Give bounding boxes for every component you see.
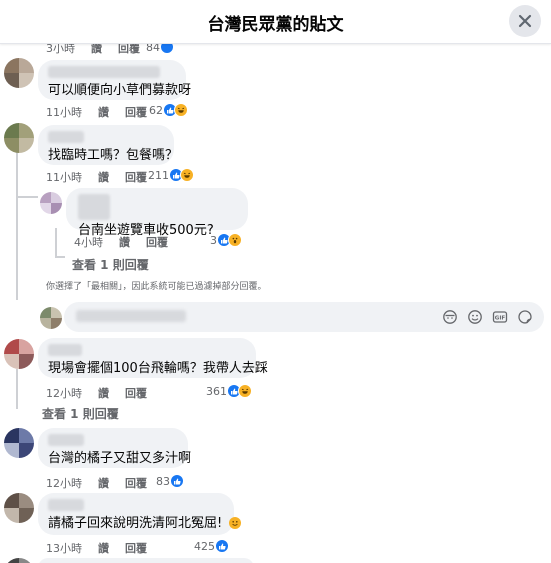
comment-text: 現場會擺個100台飛輪嗎？我帶人去踩 (48, 361, 268, 376)
smile-emoji-icon (229, 517, 242, 529)
my-avatar[interactable] (40, 307, 62, 329)
thread-line (16, 196, 38, 198)
reply-link[interactable]: 回覆 (125, 475, 147, 491)
avatar[interactable] (4, 58, 34, 88)
like-reaction-icon (170, 474, 184, 488)
avatar-sticker-button[interactable] (441, 308, 459, 326)
comment-bubble: 現場會擺個100台飛輪嗎？我帶人去踩 (38, 338, 268, 378)
emoji-icon (468, 310, 482, 324)
comment-meta: 11小時 讚 回覆 (46, 169, 147, 185)
reaction-count: 3 (210, 233, 217, 247)
reaction-count: 425 (194, 539, 215, 553)
blurred-author-name (78, 194, 110, 220)
reply-link[interactable]: 回覆 (146, 234, 168, 250)
reaction-count: 211 (148, 168, 169, 182)
like-link[interactable]: 讚 (98, 475, 109, 491)
reaction-count: 83 (156, 474, 170, 488)
comment-time: 12小時 (46, 387, 82, 400)
avatar[interactable] (4, 428, 34, 458)
comment-bubble: 找臨時工嗎？包餐嗎？ (38, 125, 179, 165)
comment-text: 請橘子回來說明洗清阿北冤屈! (48, 515, 242, 532)
reply-link[interactable]: 回覆 (125, 169, 147, 185)
avatar[interactable] (4, 123, 34, 153)
reaction-summary[interactable]: 425 (194, 539, 229, 553)
avatar[interactable] (4, 558, 34, 563)
close-icon (518, 14, 532, 28)
comment-time: 4小時 (74, 236, 103, 249)
thread-line (16, 152, 18, 300)
reply-link[interactable]: 回覆 (125, 104, 147, 120)
dialog-title: 台灣民眾黨的貼文 (207, 15, 344, 35)
like-link[interactable]: 讚 (119, 234, 130, 250)
comment-bubble: 可以順便向小草們募款呀 (38, 60, 192, 100)
comment-time: 13小時 (46, 542, 82, 555)
reply-link[interactable]: 回覆 (125, 385, 147, 401)
reaction-summary[interactable]: 3 (210, 233, 242, 247)
thread-line (16, 369, 18, 409)
gif-button[interactable]: GIF (491, 308, 509, 326)
thread-line (55, 256, 65, 258)
comment-time: 12小時 (46, 477, 82, 490)
reaction-count: 62 (149, 103, 163, 117)
comment-meta: 12小時 讚 回覆 (46, 475, 147, 491)
comment-meta: 12小時 讚 回覆 (46, 385, 147, 401)
comment-bubble (38, 558, 254, 563)
thread-line (55, 228, 57, 256)
like-link[interactable]: 讚 (98, 540, 109, 556)
avatar-sticker-icon (443, 310, 457, 324)
blurred-placeholder (76, 310, 186, 322)
reaction-summary[interactable]: 62 (149, 103, 188, 117)
comment-meta: 13小時 讚 回覆 (46, 540, 147, 556)
comment-bubble: 台灣的橘子又甜又多汁啊 (38, 428, 192, 468)
haha-reaction-icon (180, 168, 194, 182)
blurred-author-name (48, 434, 84, 446)
blurred-author-name (48, 66, 160, 78)
comment-time: 11小時 (46, 106, 82, 119)
sticker-button[interactable] (516, 308, 534, 326)
reply-bubble: 台南坐遊覽車收500元? (66, 188, 248, 238)
like-link[interactable]: 讚 (98, 169, 109, 185)
filter-note: 你選擇了「最相關」，因此系統可能已過濾掉部分回覆。 (46, 282, 267, 292)
like-reaction-icon (215, 539, 229, 553)
view-replies-link[interactable]: 查看 1 則回覆 (72, 256, 149, 273)
blurred-author-name (48, 344, 82, 356)
blurred-author-name (48, 131, 84, 143)
view-replies-link[interactable]: 查看 1 則回覆 (42, 405, 119, 422)
blurred-author-name (48, 499, 84, 511)
svg-text:GIF: GIF (495, 316, 506, 322)
haha-reaction-icon (174, 103, 188, 117)
like-link[interactable]: 讚 (98, 104, 109, 120)
reply-link[interactable]: 回覆 (125, 540, 147, 556)
comment-time: 11小時 (46, 171, 82, 184)
reaction-summary[interactable]: 211 (148, 168, 194, 182)
avatar[interactable] (40, 192, 62, 214)
wow-reaction-icon (228, 233, 242, 247)
comment-text: 可以順便向小草們募款呀 (48, 83, 192, 98)
reply-input[interactable]: GIF (64, 302, 544, 332)
comment-meta: 11小時 讚 回覆 (46, 104, 147, 120)
comment-text: 台灣的橘子又甜又多汁啊 (48, 451, 192, 466)
avatar[interactable] (4, 493, 34, 523)
like-link[interactable]: 讚 (98, 385, 109, 401)
reaction-summary[interactable]: 361 (206, 384, 252, 398)
emoji-button[interactable] (466, 308, 484, 326)
sticker-icon (518, 310, 532, 324)
reaction-summary[interactable]: 83 (156, 474, 184, 488)
comment-text: 找臨時工嗎？包餐嗎？ (48, 148, 179, 163)
comment-bubble: 請橘子回來說明洗清阿北冤屈! (38, 493, 242, 535)
dialog-header: 台灣民眾黨的貼文 (0, 0, 551, 44)
close-button[interactable] (509, 5, 541, 37)
comment-meta: 4小時 讚 回覆 (74, 234, 168, 250)
haha-reaction-icon (238, 384, 252, 398)
reaction-count: 361 (206, 384, 227, 398)
reply-tools: GIF (441, 308, 534, 326)
avatar[interactable] (4, 339, 34, 369)
gif-icon: GIF (492, 311, 508, 323)
